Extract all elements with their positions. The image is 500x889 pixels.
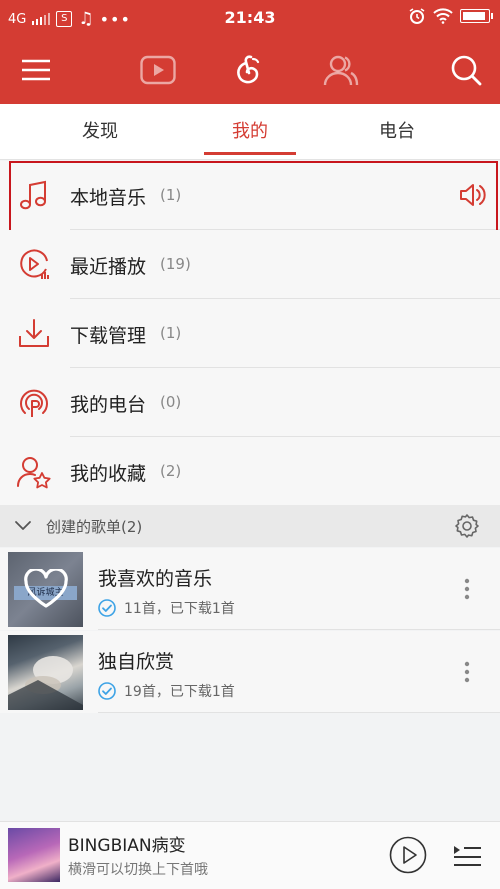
menu-icon[interactable]: [18, 52, 54, 88]
highlight-box: [9, 161, 498, 233]
playlist-title: 独自欣赏: [98, 651, 175, 673]
song-title: BINGBIAN病变: [68, 836, 186, 856]
download-icon: [19, 319, 49, 347]
divider: [98, 712, 500, 713]
playlist-item[interactable]: 风诉城主 我喜欢的音乐 11首，已下载1首: [0, 548, 500, 630]
more-vertical-icon[interactable]: [464, 661, 470, 683]
playlist-cover: 风诉城主: [8, 552, 83, 627]
playlist-title: 我喜欢的音乐: [98, 568, 213, 590]
collection-icon: [17, 457, 51, 489]
tab-indicator: [204, 152, 296, 155]
playlist-meta-text: 19首，已下载1首: [124, 684, 235, 700]
cover-image: [8, 656, 83, 710]
playlist-cover: [8, 635, 83, 710]
heart-icon: [24, 569, 68, 608]
status-bar: 4G S ♫ ••• 21:43: [0, 0, 500, 36]
battery-icon: [460, 9, 493, 23]
menu-item-label: 我的电台: [70, 394, 147, 416]
menu-item-label: 我的收藏: [70, 463, 147, 485]
menu-item-count: (2): [160, 462, 182, 480]
play-button[interactable]: [389, 836, 427, 874]
check-circle-icon: [98, 599, 116, 617]
tab-radio[interactable]: 电台: [314, 104, 480, 160]
menu-item-label: 下载管理: [70, 325, 147, 347]
search-icon[interactable]: [448, 52, 484, 88]
top-bar: [0, 36, 500, 104]
menu-item-label: 最近播放: [70, 256, 147, 278]
tab-discover[interactable]: 发现: [17, 104, 183, 160]
gear-icon[interactable]: [454, 513, 480, 539]
chevron-down-icon: [15, 521, 31, 530]
wifi-icon: [433, 8, 453, 24]
section-title: 创建的歌单(2): [46, 518, 143, 536]
menu-item-count: (0): [160, 393, 182, 411]
menu-item-my-radio[interactable]: 我的电台 (0): [0, 368, 500, 437]
video-icon[interactable]: [140, 52, 176, 88]
player-hint: 横滑可以切换上下首哦: [68, 862, 208, 878]
playlist-item[interactable]: 独自欣赏 19首，已下载1首: [0, 631, 500, 713]
menu-item-download[interactable]: 下载管理 (1): [0, 299, 500, 368]
divider: [98, 629, 500, 630]
netease-music-icon[interactable]: [232, 52, 268, 88]
playlist-meta-text: 11首，已下载1首: [124, 601, 235, 617]
recent-play-icon: [20, 249, 49, 279]
playlist-meta: 11首，已下载1首: [98, 598, 235, 618]
check-circle-icon: [98, 682, 116, 700]
status-right: [408, 7, 493, 25]
menu-item-count: (19): [160, 255, 191, 273]
playlist-meta: 19首，已下载1首: [98, 681, 235, 701]
friends-icon[interactable]: [323, 52, 359, 88]
more-vertical-icon[interactable]: [464, 578, 470, 600]
mini-player[interactable]: BINGBIAN病变 横滑可以切换上下首哦: [0, 821, 500, 889]
album-art: [8, 828, 60, 882]
menu-item-recent-play[interactable]: 最近播放 (19): [0, 230, 500, 299]
menu-item-count: (1): [160, 324, 182, 342]
menu-item-my-collection[interactable]: 我的收藏 (2): [0, 437, 500, 506]
alarm-icon: [409, 8, 425, 24]
radio-icon: [20, 389, 48, 417]
playlist-queue-icon[interactable]: [452, 840, 482, 870]
created-playlists-header[interactable]: 创建的歌单(2): [0, 505, 500, 547]
